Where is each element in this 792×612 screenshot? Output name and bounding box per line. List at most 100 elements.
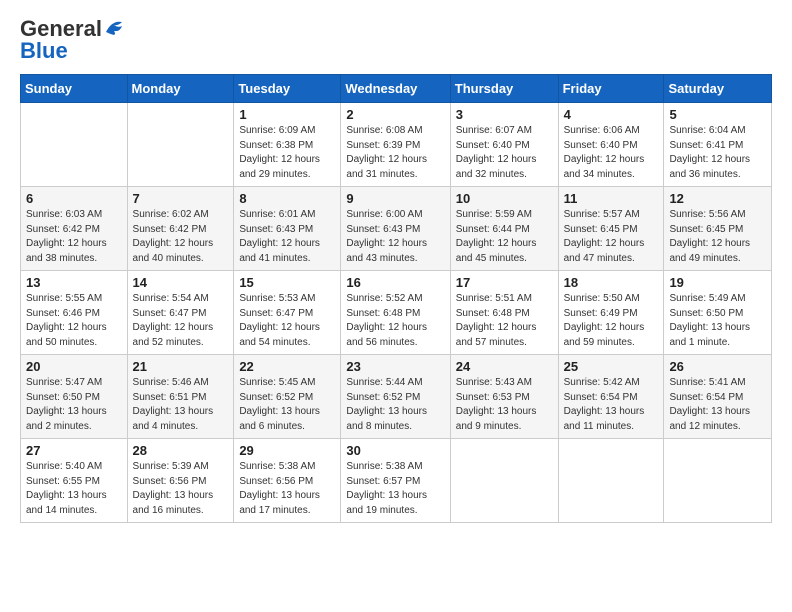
day-number: 17: [456, 275, 553, 290]
calendar-cell: [558, 439, 664, 523]
day-number: 16: [346, 275, 444, 290]
calendar-cell: 12 Sunrise: 5:56 AMSunset: 6:45 PMDayligh…: [664, 187, 772, 271]
day-number: 23: [346, 359, 444, 374]
day-info: Sunrise: 6:09 AMSunset: 6:38 PMDaylight:…: [239, 124, 335, 182]
day-number: 20: [26, 359, 122, 374]
day-number: 4: [564, 107, 659, 122]
calendar-cell: 13 Sunrise: 5:55 AMSunset: 6:46 PMDayligh…: [21, 271, 128, 355]
day-number: 26: [669, 359, 766, 374]
day-number: 2: [346, 107, 444, 122]
calendar-cell: 20 Sunrise: 5:47 AMSunset: 6:50 PMDayligh…: [21, 355, 128, 439]
day-number: 9: [346, 191, 444, 206]
calendar-cell: [664, 439, 772, 523]
calendar-cell: 6 Sunrise: 6:03 AMSunset: 6:42 PMDaylight…: [21, 187, 128, 271]
day-number: 6: [26, 191, 122, 206]
calendar-cell: 8 Sunrise: 6:01 AMSunset: 6:43 PMDaylight…: [234, 187, 341, 271]
day-info: Sunrise: 5:52 AMSunset: 6:48 PMDaylight:…: [346, 292, 444, 350]
day-number: 10: [456, 191, 553, 206]
calendar-week-row: 20 Sunrise: 5:47 AMSunset: 6:50 PMDayligh…: [21, 355, 772, 439]
day-of-week-sunday: Sunday: [21, 75, 128, 103]
day-number: 8: [239, 191, 335, 206]
calendar-cell: 24Sunrise: 5:43 AMSunset: 6:53 PMDayligh…: [450, 355, 558, 439]
day-number: 12: [669, 191, 766, 206]
calendar-cell: 27Sunrise: 5:40 AMSunset: 6:55 PMDayligh…: [21, 439, 128, 523]
day-info: Sunrise: 5:57 AMSunset: 6:45 PMDaylight:…: [564, 208, 659, 266]
day-number: 29: [239, 443, 335, 458]
day-info: Sunrise: 6:04 AMSunset: 6:41 PMDaylight:…: [669, 124, 766, 182]
day-number: 18: [564, 275, 659, 290]
calendar-cell: 9 Sunrise: 6:00 AMSunset: 6:43 PMDaylight…: [341, 187, 450, 271]
calendar-cell: 19Sunrise: 5:49 AMSunset: 6:50 PMDayligh…: [664, 271, 772, 355]
calendar-cell: 11 Sunrise: 5:57 AMSunset: 6:45 PMDayligh…: [558, 187, 664, 271]
day-number: 1: [239, 107, 335, 122]
calendar-cell: 23 Sunrise: 5:44 AMSunset: 6:52 PMDayligh…: [341, 355, 450, 439]
calendar-cell: 21 Sunrise: 5:46 AMSunset: 6:51 PMDayligh…: [127, 355, 234, 439]
calendar-table: SundayMondayTuesdayWednesdayThursdayFrid…: [20, 74, 772, 523]
calendar-cell: 15 Sunrise: 5:53 AMSunset: 6:47 PMDayligh…: [234, 271, 341, 355]
calendar-cell: 28Sunrise: 5:39 AMSunset: 6:56 PMDayligh…: [127, 439, 234, 523]
day-info: Sunrise: 5:55 AMSunset: 6:46 PMDaylight:…: [26, 292, 122, 350]
day-info: Sunrise: 5:51 AMSunset: 6:48 PMDaylight:…: [456, 292, 553, 350]
day-number: 30: [346, 443, 444, 458]
day-info: Sunrise: 5:38 AMSunset: 6:56 PMDaylight:…: [239, 460, 335, 518]
calendar-cell: [127, 103, 234, 187]
calendar-cell: 22Sunrise: 5:45 AMSunset: 6:52 PMDayligh…: [234, 355, 341, 439]
day-number: 21: [133, 359, 229, 374]
header: General Blue: [20, 16, 772, 64]
day-number: 5: [669, 107, 766, 122]
day-number: 15: [239, 275, 335, 290]
calendar-week-row: 13 Sunrise: 5:55 AMSunset: 6:46 PMDayligh…: [21, 271, 772, 355]
day-number: 25: [564, 359, 659, 374]
day-number: 27: [26, 443, 122, 458]
day-number: 11: [564, 191, 659, 206]
day-info: Sunrise: 5:39 AMSunset: 6:56 PMDaylight:…: [133, 460, 229, 518]
day-info: Sunrise: 5:47 AMSunset: 6:50 PMDaylight:…: [26, 376, 122, 434]
day-of-week-tuesday: Tuesday: [234, 75, 341, 103]
logo-bird-icon: [104, 18, 126, 36]
calendar-cell: 29 Sunrise: 5:38 AMSunset: 6:56 PMDayligh…: [234, 439, 341, 523]
calendar-cell: 5 Sunrise: 6:04 AMSunset: 6:41 PMDaylight…: [664, 103, 772, 187]
day-number: 7: [133, 191, 229, 206]
day-info: Sunrise: 6:02 AMSunset: 6:42 PMDaylight:…: [133, 208, 229, 266]
day-info: Sunrise: 5:50 AMSunset: 6:49 PMDaylight:…: [564, 292, 659, 350]
calendar-cell: 14Sunrise: 5:54 AMSunset: 6:47 PMDayligh…: [127, 271, 234, 355]
calendar-cell: 25 Sunrise: 5:42 AMSunset: 6:54 PMDayligh…: [558, 355, 664, 439]
calendar-week-row: 1 Sunrise: 6:09 AMSunset: 6:38 PMDaylight…: [21, 103, 772, 187]
day-info: Sunrise: 6:03 AMSunset: 6:42 PMDaylight:…: [26, 208, 122, 266]
day-info: Sunrise: 6:01 AMSunset: 6:43 PMDaylight:…: [239, 208, 335, 266]
calendar-week-row: 27Sunrise: 5:40 AMSunset: 6:55 PMDayligh…: [21, 439, 772, 523]
day-info: Sunrise: 6:07 AMSunset: 6:40 PMDaylight:…: [456, 124, 553, 182]
day-number: 3: [456, 107, 553, 122]
calendar-cell: 1 Sunrise: 6:09 AMSunset: 6:38 PMDaylight…: [234, 103, 341, 187]
day-info: Sunrise: 5:44 AMSunset: 6:52 PMDaylight:…: [346, 376, 444, 434]
day-info: Sunrise: 5:56 AMSunset: 6:45 PMDaylight:…: [669, 208, 766, 266]
day-number: 14: [133, 275, 229, 290]
calendar-cell: [21, 103, 128, 187]
day-number: 24: [456, 359, 553, 374]
day-info: Sunrise: 6:08 AMSunset: 6:39 PMDaylight:…: [346, 124, 444, 182]
day-number: 19: [669, 275, 766, 290]
day-of-week-friday: Friday: [558, 75, 664, 103]
calendar-cell: [450, 439, 558, 523]
day-number: 22: [239, 359, 335, 374]
calendar-header-row: SundayMondayTuesdayWednesdayThursdayFrid…: [21, 75, 772, 103]
day-info: Sunrise: 5:46 AMSunset: 6:51 PMDaylight:…: [133, 376, 229, 434]
day-info: Sunrise: 6:00 AMSunset: 6:43 PMDaylight:…: [346, 208, 444, 266]
day-of-week-wednesday: Wednesday: [341, 75, 450, 103]
calendar-cell: 3 Sunrise: 6:07 AMSunset: 6:40 PMDaylight…: [450, 103, 558, 187]
calendar-cell: 18 Sunrise: 5:50 AMSunset: 6:49 PMDayligh…: [558, 271, 664, 355]
day-info: Sunrise: 5:42 AMSunset: 6:54 PMDaylight:…: [564, 376, 659, 434]
logo: General Blue: [20, 16, 126, 64]
day-of-week-saturday: Saturday: [664, 75, 772, 103]
day-info: Sunrise: 5:53 AMSunset: 6:47 PMDaylight:…: [239, 292, 335, 350]
calendar-cell: 30 Sunrise: 5:38 AMSunset: 6:57 PMDayligh…: [341, 439, 450, 523]
day-of-week-monday: Monday: [127, 75, 234, 103]
calendar-cell: 2 Sunrise: 6:08 AMSunset: 6:39 PMDaylight…: [341, 103, 450, 187]
day-of-week-thursday: Thursday: [450, 75, 558, 103]
calendar-week-row: 6 Sunrise: 6:03 AMSunset: 6:42 PMDaylight…: [21, 187, 772, 271]
calendar-cell: 26 Sunrise: 5:41 AMSunset: 6:54 PMDayligh…: [664, 355, 772, 439]
day-info: Sunrise: 5:41 AMSunset: 6:54 PMDaylight:…: [669, 376, 766, 434]
calendar-cell: 4Sunrise: 6:06 AMSunset: 6:40 PMDaylight…: [558, 103, 664, 187]
day-info: Sunrise: 5:38 AMSunset: 6:57 PMDaylight:…: [346, 460, 444, 518]
day-number: 13: [26, 275, 122, 290]
